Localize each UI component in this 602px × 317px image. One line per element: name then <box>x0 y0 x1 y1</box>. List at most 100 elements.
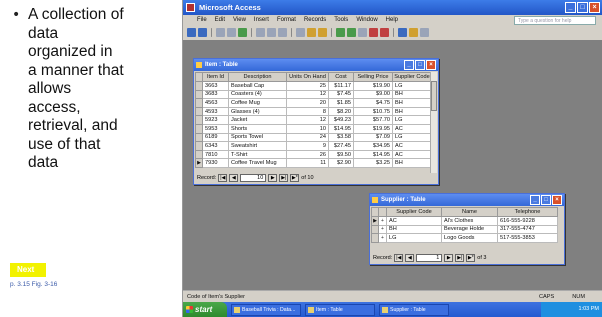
start-button[interactable]: start <box>183 302 227 317</box>
previous-record-button[interactable]: ◀ <box>405 254 415 262</box>
table-cell[interactable]: 6189 <box>202 132 229 143</box>
previous-record-button[interactable]: ◀ <box>229 174 239 182</box>
table-cell[interactable]: 317-555-4747 <box>497 224 558 235</box>
row-selector-header[interactable] <box>195 72 203 82</box>
table-cell[interactable]: BH <box>392 89 432 100</box>
column-header[interactable]: Selling Price <box>353 72 393 82</box>
cut-icon[interactable] <box>256 28 265 37</box>
table-cell[interactable]: 4563 <box>202 98 229 108</box>
undo-icon[interactable] <box>296 28 305 37</box>
help-search-input[interactable]: Type a question for help <box>514 16 596 25</box>
table-cell[interactable]: LG <box>392 132 432 143</box>
item-close-button[interactable]: × <box>426 60 436 70</box>
item-table-title-bar[interactable]: Item : Table _ □ × <box>194 59 438 71</box>
table-cell[interactable]: 24 <box>286 132 329 143</box>
taskbar-item-item-table[interactable]: Item : Table <box>305 303 375 316</box>
table-cell[interactable]: $49.23 <box>328 115 354 125</box>
table-cell[interactable]: T-Shirt <box>228 149 287 160</box>
table-cell[interactable]: 26 <box>286 149 329 160</box>
table-cell[interactable]: LG <box>386 233 442 243</box>
delete-record-icon[interactable] <box>380 28 389 37</box>
table-cell[interactable]: $1.85 <box>328 98 354 108</box>
table-cell[interactable]: $9.50 <box>328 149 354 160</box>
print-preview-icon[interactable] <box>227 28 236 37</box>
paste-icon[interactable] <box>278 28 287 37</box>
table-cell[interactable]: 10 <box>286 123 329 134</box>
column-header[interactable]: Item Id <box>202 72 229 82</box>
table-cell[interactable]: 517-555-3853 <box>497 233 558 243</box>
table-cell[interactable]: BH <box>392 98 432 108</box>
table-cell[interactable]: 25 <box>286 81 329 91</box>
maximize-button[interactable]: □ <box>577 2 588 13</box>
menu-edit[interactable]: Edit <box>215 15 225 26</box>
table-cell[interactable]: 12 <box>286 89 329 100</box>
new-record-button[interactable]: ▶* <box>290 174 300 182</box>
table-cell[interactable]: $57.70 <box>353 115 393 125</box>
table-cell[interactable]: LG <box>392 115 432 125</box>
table-cell[interactable]: $7.09 <box>353 132 393 143</box>
table-cell[interactable]: 616-555-9228 <box>497 216 558 226</box>
row-selector[interactable] <box>195 106 203 117</box>
sort-descending-icon[interactable] <box>318 28 327 37</box>
row-selector[interactable] <box>195 132 203 143</box>
new-object-icon[interactable] <box>409 28 418 37</box>
table-cell[interactable]: $7.45 <box>328 89 354 100</box>
menu-insert[interactable]: Insert <box>254 15 269 26</box>
taskbar-item-supplier-table[interactable]: Supplier : Table <box>379 303 449 316</box>
table-cell[interactable]: Sports Towel <box>228 132 287 143</box>
row-selector[interactable] <box>371 233 379 243</box>
table-cell[interactable]: AC <box>392 141 432 151</box>
table-cell[interactable]: 12 <box>286 115 329 125</box>
table-cell[interactable]: 3663 <box>202 81 229 91</box>
current-record-arrow-icon[interactable]: ▶ <box>195 158 203 168</box>
page-reference-link[interactable]: p. 3.15 Fig. 3-16 <box>10 281 57 288</box>
table-cell[interactable]: 9 <box>286 141 329 151</box>
table-cell[interactable]: $3.25 <box>353 158 393 168</box>
view-icon[interactable] <box>187 28 196 37</box>
item-vertical-scrollbar[interactable] <box>430 72 437 173</box>
menu-format[interactable]: Format <box>277 15 296 26</box>
record-number-input[interactable]: 10 <box>240 174 267 182</box>
first-record-button[interactable]: |◀ <box>218 174 228 182</box>
table-cell[interactable]: AC <box>386 216 442 226</box>
table-cell[interactable]: 4593 <box>202 106 229 117</box>
table-cell[interactable]: 8 <box>286 106 329 117</box>
minimize-button[interactable]: _ <box>565 2 576 13</box>
expand-icon[interactable]: + <box>378 233 387 243</box>
sort-ascending-icon[interactable] <box>307 28 316 37</box>
table-cell[interactable]: $8.20 <box>328 106 354 117</box>
column-header[interactable]: Supplier Code <box>386 207 442 217</box>
column-header[interactable]: Telephone <box>497 207 558 217</box>
last-record-button[interactable]: ▶| <box>455 254 465 262</box>
table-cell[interactable]: LG <box>392 81 432 91</box>
table-cell[interactable]: BH <box>386 224 442 235</box>
table-cell[interactable]: 11 <box>286 158 329 168</box>
last-record-button[interactable]: ▶| <box>279 174 289 182</box>
find-icon[interactable] <box>358 28 367 37</box>
row-selector[interactable] <box>195 149 203 160</box>
new-record-button[interactable]: ▶* <box>466 254 476 262</box>
item-table-window[interactable]: Item : Table _ □ × Item Id Description U… <box>193 58 439 185</box>
table-cell[interactable]: BH <box>392 106 432 117</box>
menu-tools[interactable]: Tools <box>334 15 348 26</box>
supplier-table-title-bar[interactable]: Supplier : Table _ □ × <box>370 194 564 206</box>
supplier-close-button[interactable]: × <box>552 195 562 205</box>
table-cell[interactable]: $4.75 <box>353 98 393 108</box>
row-selector[interactable] <box>195 89 203 100</box>
table-cell[interactable]: 5953 <box>202 123 229 134</box>
table-cell[interactable]: Baseball Cap <box>228 81 287 91</box>
column-header[interactable]: Description <box>228 72 287 82</box>
table-cell[interactable]: $27.45 <box>328 141 354 151</box>
menu-records[interactable]: Records <box>304 15 326 26</box>
record-number-input[interactable]: 1 <box>416 254 443 262</box>
close-button[interactable]: × <box>589 2 600 13</box>
spelling-icon[interactable] <box>238 28 247 37</box>
table-cell[interactable]: 7810 <box>202 149 229 160</box>
row-selector[interactable] <box>195 123 203 134</box>
apply-filter-icon[interactable] <box>347 28 356 37</box>
table-cell[interactable]: BH <box>392 158 432 168</box>
row-selector-header[interactable] <box>371 207 379 217</box>
table-cell[interactable]: $2.90 <box>328 158 354 168</box>
table-cell[interactable]: Coffee Mug <box>228 98 287 108</box>
print-icon[interactable] <box>216 28 225 37</box>
